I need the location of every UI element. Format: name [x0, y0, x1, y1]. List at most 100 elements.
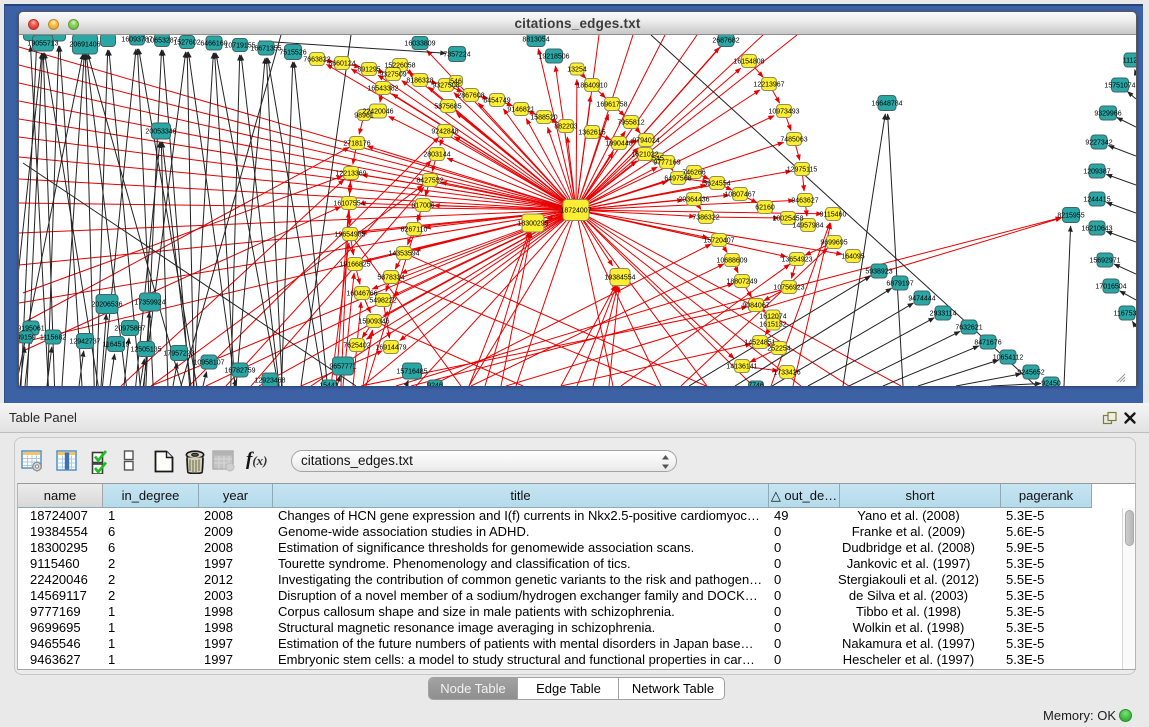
svg-text:1615132: 1615132 — [759, 321, 786, 328]
svg-text:7663822: 7663822 — [303, 56, 330, 63]
svg-text:17359924: 17359924 — [134, 299, 165, 306]
svg-text:16648784: 16648784 — [871, 100, 902, 107]
svg-text:746266: 746266 — [682, 169, 705, 176]
svg-text:98961: 98961 — [354, 112, 374, 119]
svg-text:164095: 164095 — [841, 253, 864, 260]
svg-text:16046766: 16046766 — [346, 290, 377, 297]
svg-text:1115682: 1115682 — [40, 334, 66, 341]
svg-text:2867608: 2867608 — [457, 92, 484, 99]
svg-text:546: 546 — [450, 78, 462, 85]
svg-text:9474444: 9474444 — [908, 295, 935, 302]
svg-text:1990448: 1990448 — [605, 140, 632, 147]
svg-text:2933114: 2933114 — [930, 310, 957, 317]
svg-text:17016504: 17016504 — [1095, 283, 1126, 290]
svg-text:19384554: 19384554 — [604, 274, 635, 281]
svg-text:9777169: 9777169 — [653, 159, 680, 166]
svg-text:8471676: 8471676 — [974, 339, 1001, 346]
svg-text:1527602: 1527602 — [173, 39, 200, 46]
svg-text:18640910: 18640910 — [576, 82, 607, 89]
svg-text:16914479: 16914479 — [375, 344, 406, 351]
svg-text:8660124: 8660124 — [328, 60, 355, 67]
svg-text:9463627: 9463627 — [791, 197, 818, 204]
svg-text:18300295: 18300295 — [517, 220, 548, 227]
svg-text:19218506: 19218506 — [538, 53, 569, 60]
svg-text:9699695: 9699695 — [820, 239, 847, 246]
svg-text:15716485: 15716485 — [396, 368, 427, 375]
svg-text:8427552: 8427552 — [416, 177, 443, 184]
svg-text:15441: 15441 — [319, 382, 339, 386]
svg-text:12213967: 12213967 — [753, 81, 784, 88]
svg-text:15720407: 15720407 — [703, 237, 734, 244]
svg-text:20053346: 20053346 — [145, 128, 176, 135]
svg-text:14957984: 14957984 — [792, 222, 823, 229]
svg-text:9195061: 9195061 — [19, 325, 45, 332]
svg-text:9657771: 9657771 — [329, 363, 356, 370]
svg-text:10756923: 10756923 — [773, 284, 804, 291]
svg-text:39159: 39159 — [19, 334, 36, 341]
svg-text:14136141: 14136141 — [726, 363, 757, 370]
svg-text:7632621: 7632621 — [955, 324, 982, 331]
svg-text:7485063: 7485063 — [780, 136, 807, 143]
svg-text:16210643: 16210643 — [1081, 225, 1112, 232]
svg-text:10973493: 10973493 — [768, 108, 799, 115]
svg-text:19654985: 19654985 — [334, 231, 365, 238]
svg-text:16671355: 16671355 — [250, 45, 281, 52]
svg-text:1209387: 1209387 — [1083, 168, 1110, 175]
svg-text:9084067: 9084067 — [742, 302, 769, 309]
svg-text:92450: 92450 — [1041, 380, 1061, 386]
svg-text:1733426: 1733426 — [773, 369, 800, 376]
svg-text:7386322: 7386322 — [692, 214, 719, 221]
svg-text:15909346: 15909346 — [358, 318, 389, 325]
svg-text:8454749: 8454749 — [483, 97, 510, 104]
svg-text:13654923: 13654923 — [781, 256, 812, 263]
svg-text:1362615: 1362615 — [578, 129, 605, 136]
svg-text:9246: 9246 — [427, 382, 443, 386]
svg-text:7515526: 7515526 — [279, 49, 306, 56]
svg-text:9146821: 9146821 — [507, 106, 534, 113]
svg-text:10654112: 10654112 — [993, 354, 1024, 361]
svg-text:8267110: 8267110 — [401, 226, 428, 233]
svg-text:10958107: 10958107 — [193, 359, 224, 366]
svg-text:19055713: 19055713 — [27, 40, 58, 47]
svg-text:19166825: 19166825 — [339, 261, 370, 268]
svg-text:882203: 882203 — [554, 123, 577, 130]
svg-text:18807249: 18807249 — [726, 278, 757, 285]
svg-text:16961758: 16961758 — [596, 101, 627, 108]
svg-text:9242848: 9242848 — [431, 128, 458, 135]
svg-text:3624554: 3624554 — [703, 180, 730, 187]
svg-text:7357224: 7357224 — [443, 51, 470, 58]
svg-text:891295: 891295 — [357, 66, 380, 73]
svg-text:9329966: 9329966 — [1094, 110, 1121, 117]
svg-text:6497568: 6497568 — [664, 175, 691, 182]
svg-text:1244415: 1244415 — [1083, 196, 1110, 203]
svg-text:12923468: 12923468 — [254, 377, 285, 384]
svg-text:6879197: 6879197 — [886, 280, 913, 287]
svg-text:13254: 13254 — [567, 66, 587, 73]
svg-text:9227342: 9227342 — [1085, 139, 1112, 146]
svg-text:15692971: 15692971 — [1089, 257, 1120, 264]
svg-text:16782759: 16782759 — [224, 367, 255, 374]
svg-text:5878334: 5878334 — [377, 274, 404, 281]
svg-text:2718176: 2718176 — [343, 140, 370, 147]
svg-text:20364436: 20364436 — [678, 196, 709, 203]
svg-text:62160: 62160 — [755, 204, 775, 211]
svg-text:7625402: 7625402 — [343, 342, 370, 349]
svg-text:16033809: 16033809 — [404, 40, 435, 47]
svg-text:7746: 7746 — [748, 382, 764, 386]
svg-text:11123: 11123 — [1123, 57, 1136, 64]
svg-text:16543382: 16543382 — [367, 85, 398, 92]
svg-text:18724007: 18724007 — [560, 207, 591, 214]
svg-text:2687682: 2687682 — [712, 37, 739, 44]
svg-text:20691406: 20691406 — [69, 41, 100, 48]
svg-text:8186328: 8186328 — [406, 77, 433, 84]
svg-text:9327509: 9327509 — [379, 71, 406, 78]
svg-text:10025458: 10025458 — [772, 215, 803, 222]
svg-text:8813054: 8813054 — [522, 36, 549, 43]
svg-text:12505135: 12505135 — [130, 346, 161, 353]
svg-text:5938923: 5938923 — [865, 268, 892, 275]
svg-text:5498222: 5498222 — [369, 297, 396, 304]
svg-text:20975867: 20975867 — [114, 325, 145, 332]
svg-text:10688609: 10688609 — [716, 257, 747, 264]
svg-text:15226058: 15226058 — [384, 62, 415, 69]
svg-text:17957223: 17957223 — [163, 350, 194, 357]
